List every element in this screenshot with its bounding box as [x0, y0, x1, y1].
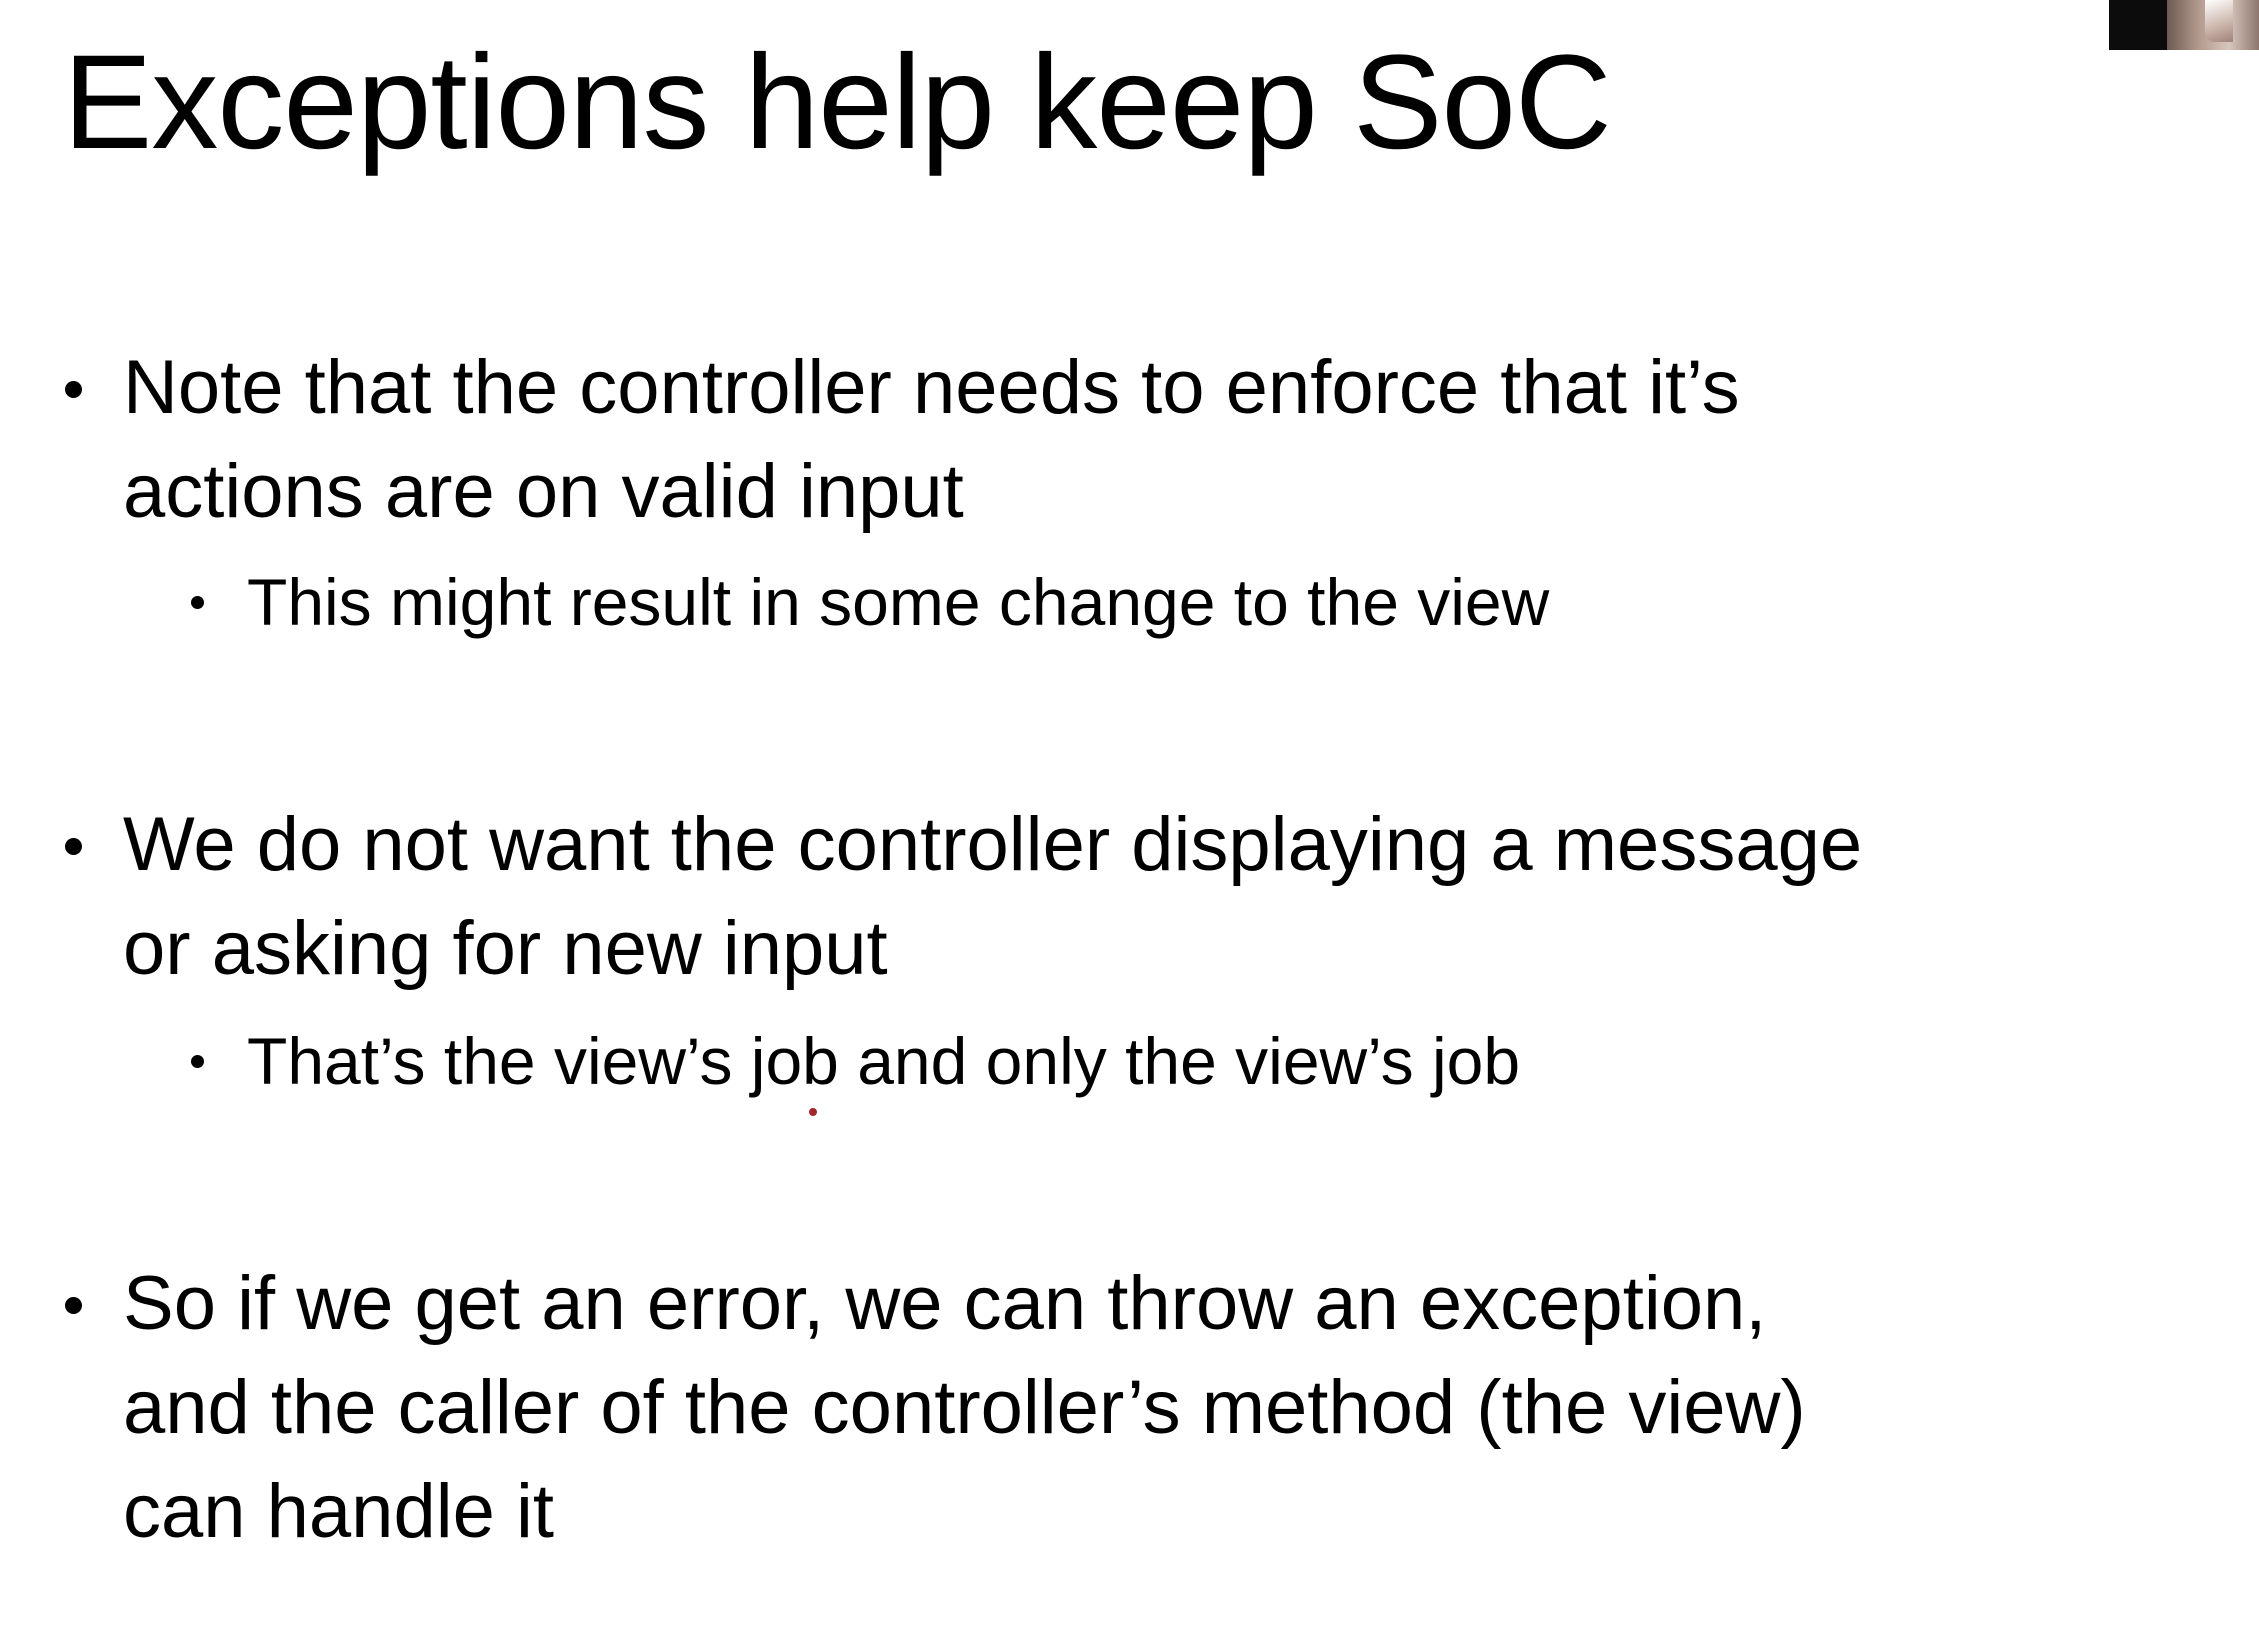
- sub-bullet-dot-icon: [191, 1055, 204, 1068]
- presentation-slide: Exceptions help keep SoC Note that the c…: [0, 0, 2259, 1632]
- bullet-line: and the caller of the controller’s metho…: [123, 1365, 1806, 1450]
- bullet-dot-icon: [65, 1297, 82, 1314]
- bullet-line: or asking for new input: [123, 906, 888, 991]
- bullet-dot-icon: [65, 838, 82, 855]
- slide-title: Exceptions help keep SoC: [63, 28, 1612, 177]
- webcam-thumbnail: [2109, 0, 2259, 50]
- sub-bullet-line: That’s the view’s job and only the view’…: [247, 1024, 1521, 1098]
- annotation-ink-dot: [809, 1108, 817, 1116]
- sub-bullet-dot-icon: [191, 596, 204, 609]
- bullet-line: We do not want the controller displaying…: [123, 802, 1863, 887]
- bullet-line: actions are on valid input: [123, 449, 964, 534]
- sub-bullet-line: This might result in some change to the …: [247, 565, 1550, 639]
- bullet-line: Note that the controller needs to enforc…: [123, 345, 1740, 430]
- bullet-line: So if we get an error, we can throw an e…: [123, 1261, 1767, 1346]
- bullet-line: can handle it: [123, 1469, 554, 1554]
- bullet-dot-icon: [65, 381, 82, 398]
- webcam-video-feed: [2205, 0, 2233, 42]
